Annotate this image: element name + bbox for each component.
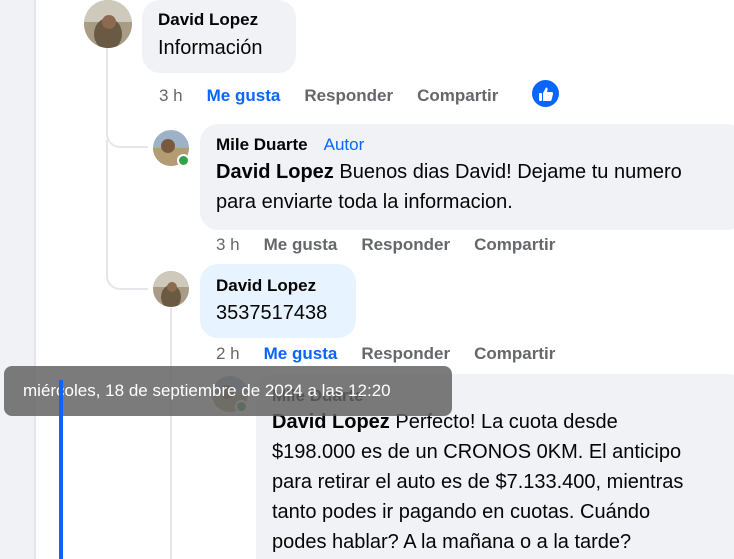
like-button[interactable]: Me gusta — [264, 235, 338, 255]
online-status-icon — [177, 154, 190, 167]
left-rail-divider — [34, 0, 36, 559]
like-thumb-icon[interactable] — [532, 80, 559, 107]
thread-connector — [106, 140, 148, 290]
reply-button[interactable]: Responder — [304, 86, 393, 106]
thread-line — [106, 48, 108, 126]
share-button[interactable]: Compartir — [474, 235, 555, 255]
comment-actions: 3 h Me gusta Responder Compartir — [159, 86, 522, 106]
comment-bubble: Mile Duarte Autor David Lopez Buenos dia… — [200, 124, 734, 230]
comment-text-part: podes hablar? A la mañana o a la tarde? — [272, 531, 632, 553]
comment-bubble-highlighted: David Lopez 3537517438 — [200, 264, 356, 338]
comment-actions: 3 h Me gusta Responder Compartir — [216, 235, 579, 255]
comment-actions: 2 h Me gusta Responder Compartir — [216, 344, 579, 364]
share-button[interactable]: Compartir — [417, 86, 498, 106]
comment-timestamp[interactable]: 3 h — [159, 86, 183, 106]
timestamp-tooltip: miércoles, 18 de septiembre de 2024 a la… — [4, 366, 452, 416]
avatar[interactable] — [153, 271, 189, 307]
like-button[interactable]: Me gusta — [264, 344, 338, 364]
avatar-photo — [84, 0, 132, 48]
comment-header: Mile Duarte Autor — [216, 134, 729, 156]
like-button[interactable]: Me gusta — [207, 86, 281, 106]
comment-text: 3537517438 — [216, 302, 328, 324]
comment-bubble: David Lopez Información — [142, 0, 296, 73]
comment-text: David Lopez Buenos dias David! Dejame tu… — [216, 157, 729, 217]
comment-timestamp[interactable]: 2 h — [216, 344, 240, 364]
scroll-indicator — [59, 380, 63, 559]
comment-text-part: $198.000 es de un CRONOS 0KM. El anticip… — [272, 441, 682, 463]
left-rail — [0, 0, 34, 559]
thumb-up-glyph — [538, 87, 553, 101]
avatar[interactable] — [84, 0, 132, 48]
comment-text-part: para retirar el auto es de $7.133.400, m… — [272, 471, 684, 493]
comment-text-part: Buenos dias David! Dejame tu numero — [333, 161, 682, 183]
avatar-photo — [153, 271, 189, 307]
comment-author[interactable]: David Lopez — [158, 9, 280, 31]
comment-text: Información — [158, 37, 263, 59]
author-badge: Autor — [323, 135, 365, 154]
comment-text: David Lopez Perfecto! La cuota desde $198… — [272, 407, 730, 557]
mention-link[interactable]: David Lopez — [216, 161, 334, 183]
reply-button[interactable]: Responder — [361, 235, 450, 255]
thread-line — [170, 308, 172, 559]
comment-text-part: tanto podes ir pagando en cuotas. Cuándo — [272, 501, 651, 523]
comment-author[interactable]: Mile Duarte — [216, 134, 308, 156]
comment-text-part: para enviarte toda la informacion. — [216, 191, 513, 213]
share-button[interactable]: Compartir — [474, 344, 555, 364]
comment-timestamp[interactable]: 3 h — [216, 235, 240, 255]
reply-button[interactable]: Responder — [361, 344, 450, 364]
comment-author[interactable]: David Lopez — [216, 275, 340, 297]
